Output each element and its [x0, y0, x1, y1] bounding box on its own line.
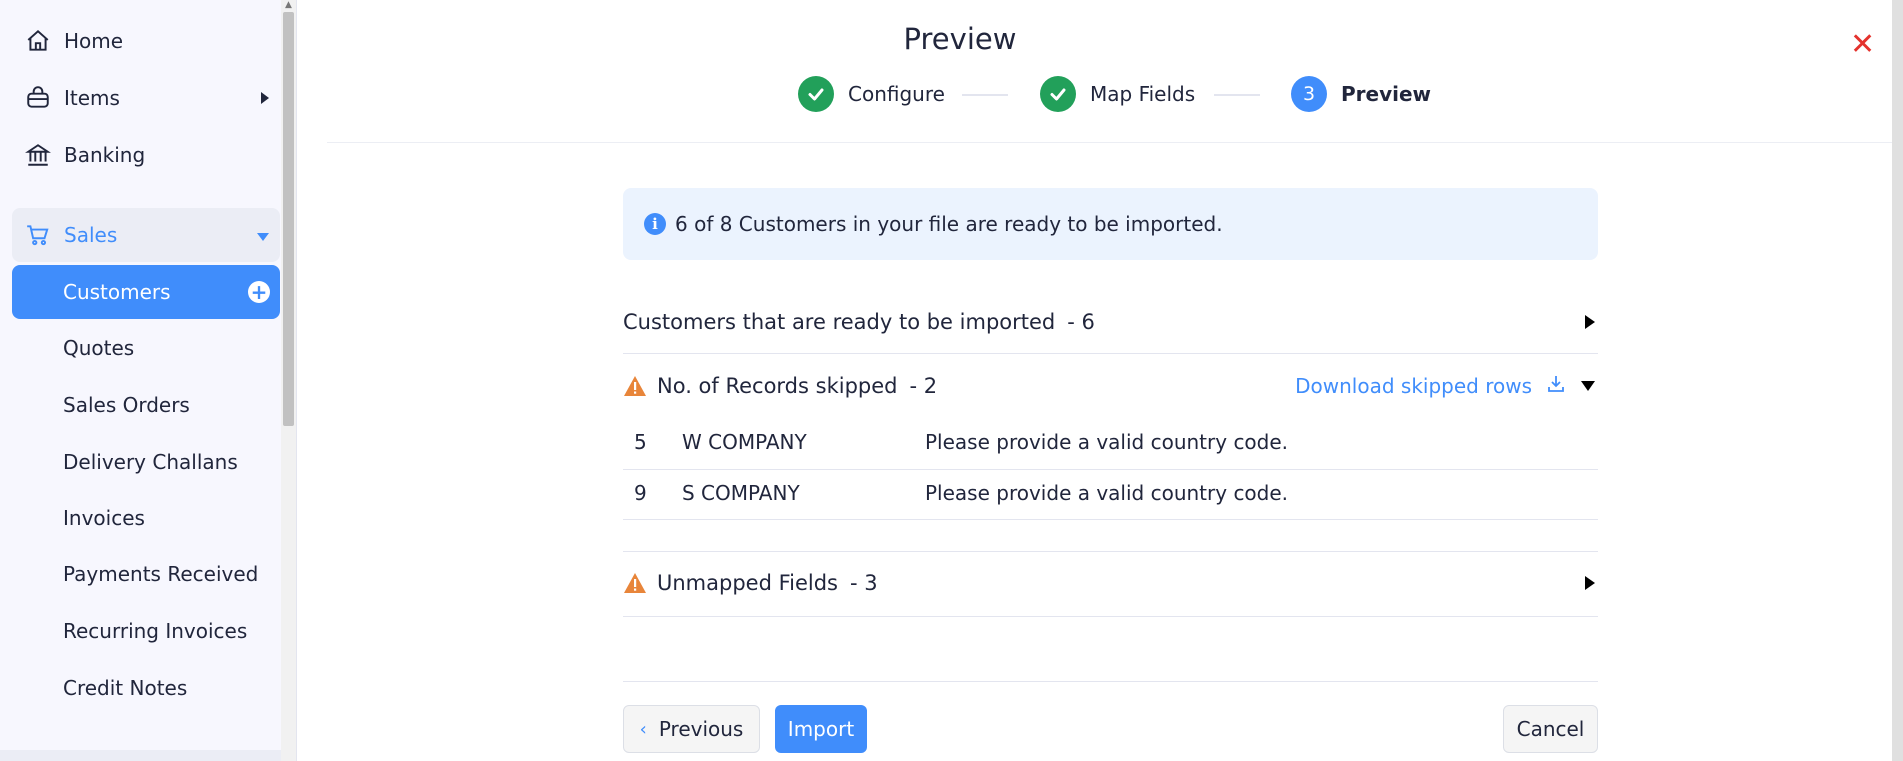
collapse-icon[interactable] [1581, 381, 1595, 391]
step-preview: 3 Preview [1291, 76, 1431, 112]
close-icon[interactable]: ✕ [1850, 30, 1875, 60]
dialog-scrollbar[interactable] [1892, 0, 1903, 761]
sidebar-item-home[interactable]: Home [12, 14, 280, 68]
step-label: Map Fields [1090, 82, 1196, 106]
sidebar-item-delivery-challans[interactable]: Delivery Challans [12, 435, 280, 489]
check-icon [1040, 76, 1076, 112]
sidebar-item-label: Customers [63, 280, 171, 304]
divider [623, 519, 1598, 520]
home-icon [24, 27, 52, 55]
expand-icon[interactable] [1585, 315, 1595, 329]
footer-divider [623, 681, 1598, 682]
step-configure: Configure [798, 76, 945, 112]
stepper: Configure Map Fields 3 Preview [297, 76, 1903, 116]
sidebar-item-payments-received[interactable]: Payments Received [12, 547, 280, 601]
sidebar-item-label: Credit Notes [63, 676, 188, 700]
sidebar-item-label: Recurring Invoices [63, 619, 248, 643]
add-customer-icon[interactable]: + [248, 281, 270, 303]
skipped-row-name: S COMPANY [682, 481, 800, 505]
scroll-up-icon[interactable]: ▲ [283, 0, 294, 11]
import-button[interactable]: Import [775, 705, 867, 753]
basket-icon [24, 84, 52, 112]
warning-icon [624, 573, 646, 593]
bank-icon [24, 141, 52, 169]
download-icon [1546, 374, 1566, 399]
sidebar-item-label: Delivery Challans [63, 450, 238, 474]
info-icon: i [644, 213, 666, 235]
check-icon [798, 76, 834, 112]
caret-down-icon [256, 223, 270, 247]
unmapped-count: - 3 [850, 571, 878, 595]
info-message: 6 of 8 Customers in your file are ready … [675, 212, 1223, 236]
skipped-section-label: No. of Records skipped [657, 374, 898, 398]
step-connector [962, 94, 1008, 96]
import-label: Import [787, 717, 855, 741]
ready-section-label: Customers that are ready to be imported [623, 310, 1056, 334]
skipped-row-name: W COMPANY [682, 430, 807, 454]
previous-label: Previous [658, 717, 744, 741]
expand-icon[interactable] [1585, 576, 1595, 590]
warning-icon [624, 376, 646, 396]
sidebar-item-label: Home [64, 29, 124, 53]
header-divider [327, 142, 1903, 143]
chevron-left-icon: ‹ [639, 718, 647, 740]
ready-count: - 6 [1067, 310, 1095, 334]
download-label: Download skipped rows [1295, 374, 1532, 398]
cancel-button[interactable]: Cancel [1503, 705, 1598, 753]
sidebar-item-quotes[interactable]: Quotes [12, 321, 280, 375]
skipped-row-number: 5 [634, 430, 647, 454]
skipped-row-reason: Please provide a valid country code. [925, 430, 1289, 454]
cancel-label: Cancel [1516, 717, 1585, 741]
sidebar-item-invoices[interactable]: Invoices [12, 491, 280, 545]
sidebar-item-sales[interactable]: Sales [12, 208, 280, 262]
sidebar-item-credit-notes[interactable]: Credit Notes [12, 661, 280, 715]
previous-button[interactable]: ‹ Previous [623, 705, 760, 753]
divider [623, 616, 1598, 617]
skipped-row-reason: Please provide a valid country code. [925, 481, 1289, 505]
caret-right-icon [260, 86, 270, 110]
skipped-row-number: 9 [634, 481, 647, 505]
unmapped-section-header[interactable]: Unmapped Fields - 3 [623, 563, 1598, 603]
sidebar-item-label: Sales Orders [63, 393, 190, 417]
sidebar: Home Items Banking Sales Customers + Quo… [0, 0, 297, 761]
step-number: 3 [1291, 76, 1327, 112]
ready-section-header[interactable]: Customers that are ready to be imported … [623, 302, 1598, 342]
skipped-section-header[interactable]: No. of Records skipped - 2 Download skip… [623, 366, 1598, 406]
sidebar-scrollbar-thumb[interactable] [283, 12, 294, 426]
sidebar-item-sales-orders[interactable]: Sales Orders [12, 378, 280, 432]
sidebar-item-label: Items [64, 86, 120, 110]
sidebar-item-label: Invoices [63, 506, 145, 530]
unmapped-section-label: Unmapped Fields [657, 571, 839, 595]
info-banner: i 6 of 8 Customers in your file are read… [623, 188, 1598, 260]
sidebar-item-label: Banking [64, 143, 146, 167]
divider [623, 469, 1598, 470]
cart-icon [24, 221, 52, 249]
step-connector [1214, 94, 1260, 96]
sidebar-item-label: Quotes [63, 336, 135, 360]
sidebar-item-label: Sales [64, 223, 118, 247]
page-title: Preview [903, 22, 1017, 56]
step-label: Preview [1341, 82, 1432, 106]
sidebar-item-items[interactable]: Items [12, 71, 280, 125]
download-skipped-rows-link[interactable]: Download skipped rows [1295, 374, 1566, 399]
sidebar-item-recurring-invoices[interactable]: Recurring Invoices [12, 604, 280, 658]
sidebar-footer [0, 750, 281, 761]
sidebar-item-label: Payments Received [63, 562, 259, 586]
sidebar-item-customers[interactable]: Customers + [12, 265, 280, 319]
sidebar-item-banking[interactable]: Banking [12, 128, 280, 182]
divider [623, 353, 1598, 354]
skipped-count: - 2 [909, 374, 938, 398]
step-label: Configure [848, 82, 945, 106]
step-map-fields: Map Fields [1040, 76, 1195, 112]
divider [623, 551, 1598, 552]
